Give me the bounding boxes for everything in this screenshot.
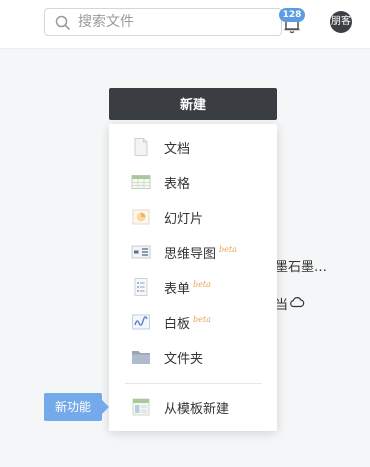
background-file-name[interactable]: 墨石墨…: [275, 256, 327, 275]
user-avatar[interactable]: 朋客: [330, 11, 352, 33]
notification-count-badge: 128: [279, 8, 305, 22]
menu-item-slides[interactable]: 幻灯片: [109, 200, 277, 234]
document-icon: [134, 138, 148, 156]
menu-item-from-template[interactable]: 从模板新建: [109, 390, 277, 424]
menu-item-label: 思维导图 beta: [164, 245, 237, 262]
menu-divider: [125, 383, 262, 384]
mind-map-icon: [131, 245, 151, 259]
menu-item-label: 白板 beta: [164, 315, 211, 332]
top-bar: 128 朋客: [0, 0, 370, 49]
menu-item-spreadsheet[interactable]: 表格: [109, 165, 277, 199]
menu-item-document[interactable]: 文档: [109, 130, 277, 164]
slides-icon: [132, 209, 150, 225]
new-button[interactable]: 新建: [109, 88, 277, 120]
new-menu-dropdown: 文档 表格 幻灯片 思维导图 beta 表单 beta 白板 beta 文件夹 …: [109, 124, 277, 431]
menu-item-label: 表单 beta: [164, 280, 211, 297]
search-input[interactable]: [78, 13, 268, 31]
new-feature-tag-pointer: [102, 400, 109, 414]
template-icon: [132, 398, 150, 416]
menu-item-form[interactable]: 表单 beta: [109, 270, 277, 304]
folder-icon: [132, 351, 150, 364]
menu-item-label: 从模板新建: [164, 402, 230, 417]
menu-item-whiteboard[interactable]: 白板 beta: [109, 305, 277, 339]
search-box[interactable]: [44, 8, 282, 36]
menu-item-label: 幻灯片: [164, 212, 204, 227]
search-icon: [55, 15, 71, 31]
new-feature-tag: 新功能: [44, 393, 102, 421]
form-icon: [134, 278, 148, 296]
menu-item-label: 表格: [164, 177, 191, 192]
cloud-icon: [290, 297, 305, 308]
menu-item-label: 文件夹: [164, 352, 204, 367]
spreadsheet-icon: [131, 175, 151, 189]
menu-item-folder[interactable]: 文件夹: [109, 340, 277, 374]
menu-item-label: 文档: [164, 142, 191, 157]
menu-item-mind-map[interactable]: 思维导图 beta: [109, 235, 277, 269]
whiteboard-icon: [132, 314, 150, 330]
